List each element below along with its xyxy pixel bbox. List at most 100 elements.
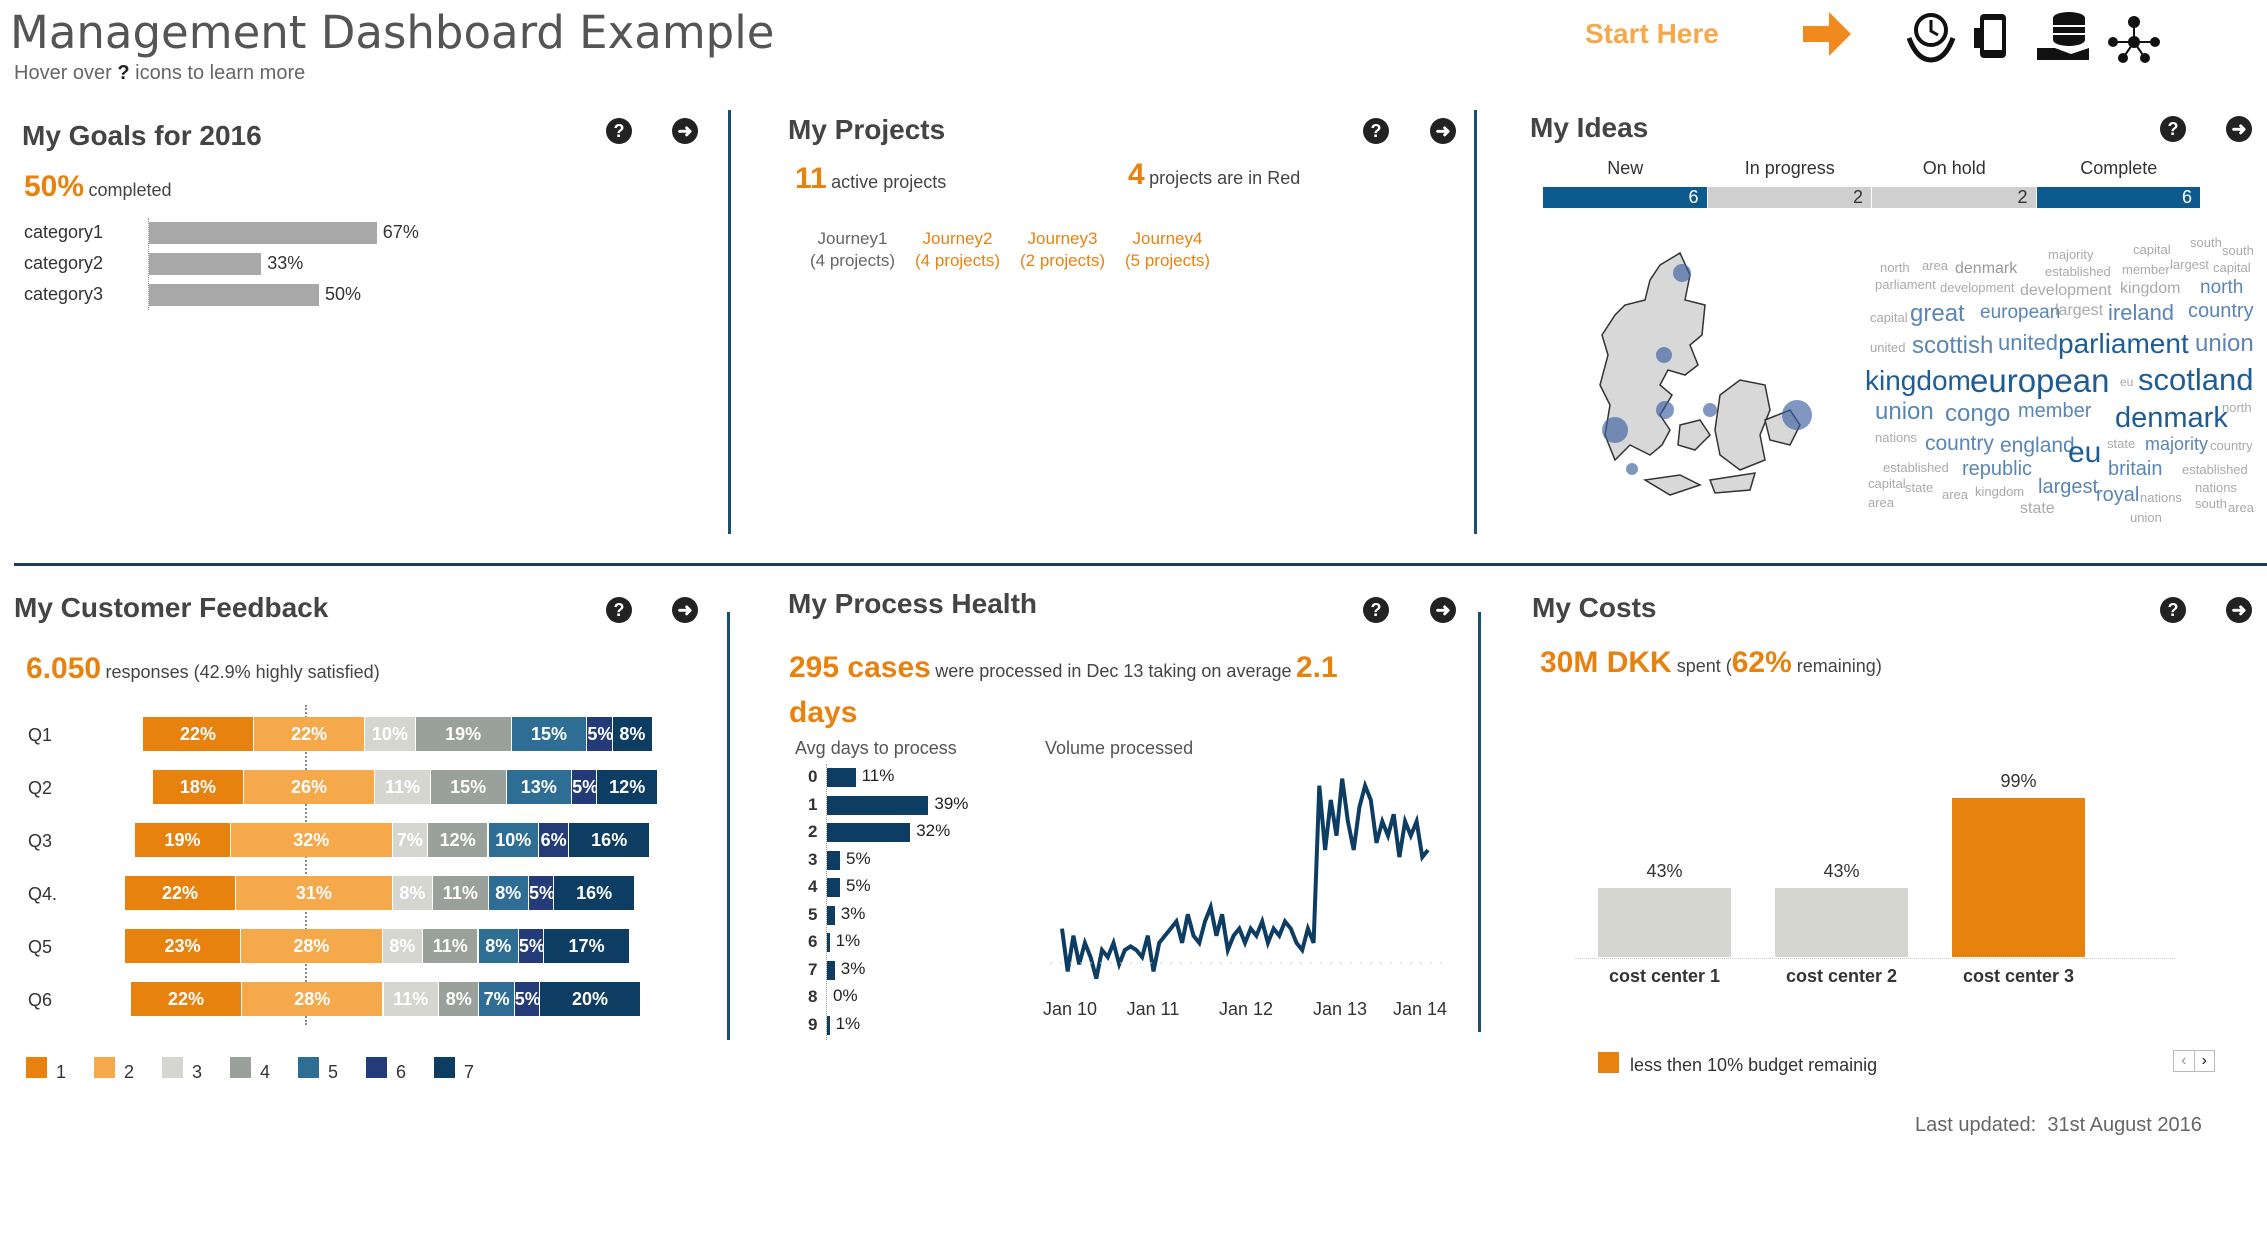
arrow-right-icon[interactable]: ➜ xyxy=(672,118,698,144)
word-cloud-word[interactable]: established xyxy=(2045,264,2111,279)
word-cloud-word[interactable]: largest xyxy=(2038,476,2098,499)
feedback-segment[interactable]: 8% xyxy=(488,876,528,910)
arrow-right-icon[interactable]: ➜ xyxy=(2226,116,2252,142)
word-cloud-word[interactable]: largest xyxy=(2170,257,2209,272)
time-in-hand-icon[interactable] xyxy=(1905,10,1957,64)
word-cloud-word[interactable]: area xyxy=(1922,258,1948,273)
feedback-segment[interactable]: 12% xyxy=(427,823,488,857)
feedback-segment[interactable]: 20% xyxy=(540,982,641,1016)
arrow-right-icon[interactable]: ➜ xyxy=(672,597,698,623)
word-cloud-word[interactable]: north xyxy=(2222,400,2252,415)
word-cloud-word[interactable]: union xyxy=(1875,398,1934,426)
goal-bar[interactable] xyxy=(149,222,377,244)
money-stack-hand-icon[interactable] xyxy=(2035,8,2091,64)
word-cloud-word[interactable]: eu xyxy=(2120,375,2133,389)
word-cloud-word[interactable]: member xyxy=(2122,262,2170,277)
volume-line[interactable] xyxy=(1060,778,1430,980)
feedback-segment[interactable]: 11% xyxy=(383,982,439,1016)
word-cloud-word[interactable]: area xyxy=(2228,500,2254,515)
journey-item[interactable]: Journey2 (4 projects) xyxy=(905,228,1010,272)
feedback-segment[interactable]: 8% xyxy=(439,982,479,1016)
word-cloud-word[interactable]: majority xyxy=(2145,434,2208,455)
word-cloud-word[interactable]: parliament xyxy=(2058,328,2189,360)
word-cloud-word[interactable]: nations xyxy=(2140,490,2182,505)
feedback-segment[interactable]: 6% xyxy=(539,823,569,857)
feedback-segment[interactable]: 28% xyxy=(242,982,383,1016)
hist-bar[interactable] xyxy=(827,795,929,815)
feedback-segment[interactable]: 22% xyxy=(143,717,254,751)
feedback-segment[interactable]: 7% xyxy=(479,982,514,1016)
feedback-segment[interactable]: 31% xyxy=(236,876,392,910)
feedback-segment[interactable]: 8% xyxy=(392,876,433,910)
feedback-segment[interactable]: 26% xyxy=(243,770,375,804)
start-here-label[interactable]: Start Here xyxy=(1585,18,1719,50)
hist-bar[interactable] xyxy=(827,823,911,842)
feedback-segment[interactable]: 13% xyxy=(506,770,572,804)
feedback-segment[interactable]: 22% xyxy=(125,876,236,910)
feedback-segment[interactable]: 18% xyxy=(153,770,243,804)
hist-bar[interactable] xyxy=(827,768,856,787)
feedback-segment[interactable]: 8% xyxy=(612,717,653,751)
word-cloud-word[interactable]: kingdom xyxy=(2120,280,2180,298)
word-cloud-word[interactable]: parliament xyxy=(1875,277,1936,292)
word-cloud-word[interactable]: ireland xyxy=(2108,300,2174,326)
word-cloud-word[interactable]: area xyxy=(1942,487,1968,502)
cost-bar[interactable] xyxy=(1775,887,1908,957)
feedback-segment[interactable]: 32% xyxy=(230,823,392,857)
start-arrow-icon[interactable] xyxy=(1803,12,1851,56)
cost-bar[interactable] xyxy=(1598,887,1731,957)
word-cloud-word[interactable]: capital xyxy=(1870,310,1908,325)
word-cloud-word[interactable]: united xyxy=(1870,340,1905,355)
help-icon[interactable]: ? xyxy=(1363,597,1389,623)
idea-status-segment[interactable]: 2 xyxy=(1707,187,1871,208)
word-cloud-word[interactable]: capital xyxy=(2213,260,2251,275)
word-cloud-word[interactable]: country xyxy=(2188,300,2254,323)
feedback-segment[interactable]: 19% xyxy=(415,717,511,751)
hist-bar[interactable] xyxy=(827,933,830,952)
word-cloud-word[interactable]: union xyxy=(2130,510,2162,525)
word-cloud-word[interactable]: capital xyxy=(2133,242,2171,257)
help-icon[interactable]: ? xyxy=(606,597,632,623)
arrow-right-icon[interactable]: ➜ xyxy=(1430,597,1456,623)
word-cloud-word[interactable]: largest xyxy=(2055,302,2103,320)
network-icon[interactable] xyxy=(2105,14,2163,64)
feedback-segment[interactable]: 8% xyxy=(382,929,422,963)
word-cloud-word[interactable]: eu xyxy=(2068,436,2101,470)
feedback-segment[interactable]: 11% xyxy=(375,770,430,804)
word-cloud-word[interactable]: state xyxy=(2107,436,2135,451)
feedback-segment[interactable]: 5% xyxy=(587,717,613,751)
word-cloud-word[interactable]: european xyxy=(1970,362,2109,400)
word-cloud-word[interactable]: congo xyxy=(1945,400,2010,428)
scroll-control[interactable]: ‹ › xyxy=(2173,1050,2215,1072)
feedback-segment[interactable]: 17% xyxy=(544,929,629,963)
feedback-segment[interactable]: 8% xyxy=(478,929,518,963)
word-cloud-word[interactable]: south xyxy=(2222,243,2254,258)
help-icon[interactable]: ? xyxy=(1363,118,1389,144)
journey-item[interactable]: Journey4 (5 projects) xyxy=(1115,228,1220,272)
hist-bar[interactable] xyxy=(827,905,835,925)
feedback-segment[interactable]: 16% xyxy=(554,876,635,910)
feedback-segment[interactable]: 11% xyxy=(422,929,478,963)
hist-bar[interactable] xyxy=(827,1015,830,1035)
word-cloud-word[interactable]: north xyxy=(2200,277,2243,299)
feedback-segment[interactable]: 11% xyxy=(433,876,488,910)
word-cloud-word[interactable]: member xyxy=(2018,400,2091,423)
help-icon[interactable]: ? xyxy=(606,118,632,144)
word-cloud-word[interactable]: south xyxy=(2195,496,2227,511)
word-cloud-word[interactable]: country xyxy=(1925,432,1994,456)
hist-bar[interactable] xyxy=(827,850,840,870)
word-cloud-word[interactable]: capital xyxy=(1868,476,1906,491)
feedback-segment[interactable]: 10% xyxy=(365,717,415,751)
word-cloud-word[interactable]: great xyxy=(1910,300,1965,328)
word-cloud-word[interactable]: state xyxy=(1905,480,1933,495)
word-cloud-word[interactable]: kingdom xyxy=(1975,484,2024,499)
scroll-left-icon[interactable]: ‹ xyxy=(2174,1051,2195,1071)
journey-item[interactable]: Journey1 (4 projects) xyxy=(800,228,905,272)
goal-bar[interactable] xyxy=(149,284,319,306)
idea-status-segment[interactable]: 6 xyxy=(1543,187,1707,208)
word-cloud-word[interactable]: nations xyxy=(2195,480,2237,495)
cost-bar[interactable] xyxy=(1952,797,2085,957)
word-cloud-word[interactable]: republic xyxy=(1962,458,2032,481)
word-cloud-word[interactable]: majority xyxy=(2048,247,2094,262)
word-cloud-word[interactable]: denmark xyxy=(1955,260,2017,278)
